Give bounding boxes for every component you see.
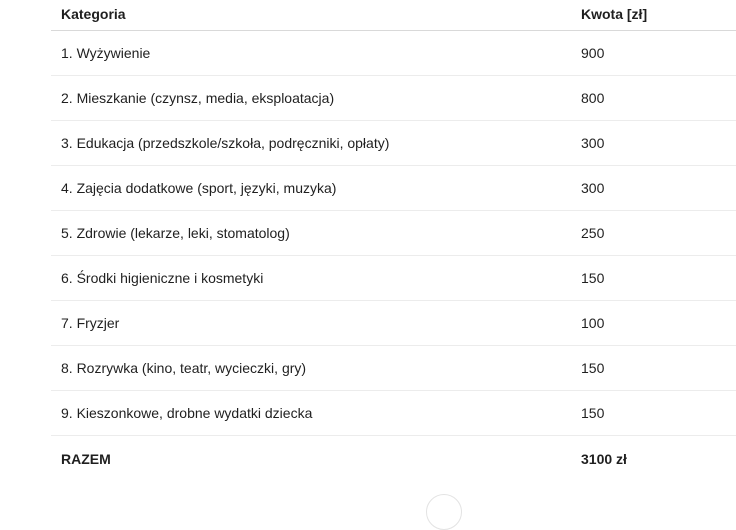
amount-cell: 150 (581, 360, 605, 376)
table-row: 1. Wyżywienie 900 (51, 31, 736, 76)
category-cell: 1. Wyżywienie (61, 45, 151, 61)
total-amount: 3100 zł (581, 450, 627, 467)
category-cell: 8. Rozrywka (kino, teatr, wycieczki, gry… (61, 360, 307, 376)
budget-table: Kategoria Kwota [zł] 1. Wyżywienie 900 2… (51, 0, 736, 481)
category-cell: 6. Środki higieniczne i kosmetyki (61, 270, 264, 286)
category-cell: 3. Edukacja (przedszkole/szkoła, podręcz… (61, 135, 390, 151)
table-row: 8. Rozrywka (kino, teatr, wycieczki, gry… (51, 346, 736, 391)
column-header-category: Kategoria (61, 6, 126, 22)
table-row: 5. Zdrowie (lekarze, leki, stomatolog) 2… (51, 211, 736, 256)
table-row: 9. Kieszonkowe, drobne wydatki dziecka 1… (51, 391, 736, 436)
table-row: 4. Zajęcia dodatkowe (sport, języki, muz… (51, 166, 736, 211)
amount-cell: 150 (581, 405, 605, 421)
table-row: 7. Fryzjer 100 (51, 301, 736, 346)
category-cell: 7. Fryzjer (61, 315, 120, 331)
total-label: RAZEM (61, 450, 111, 467)
category-cell: 5. Zdrowie (lekarze, leki, stomatolog) (61, 225, 290, 241)
category-cell: 4. Zajęcia dodatkowe (sport, języki, muz… (61, 180, 337, 196)
amount-cell: 250 (581, 225, 605, 241)
scroll-down-button[interactable] (426, 494, 462, 530)
table-row: 3. Edukacja (przedszkole/szkoła, podręcz… (51, 121, 736, 166)
amount-cell: 150 (581, 270, 605, 286)
category-cell: 2. Mieszkanie (czynsz, media, eksploatac… (61, 90, 335, 106)
amount-cell: 900 (581, 45, 605, 61)
amount-cell: 800 (581, 90, 605, 106)
table-row: 2. Mieszkanie (czynsz, media, eksploatac… (51, 76, 736, 121)
amount-cell: 100 (581, 315, 605, 331)
amount-cell: 300 (581, 180, 605, 196)
category-cell: 9. Kieszonkowe, drobne wydatki dziecka (61, 405, 313, 421)
table-header-row: Kategoria Kwota [zł] (51, 0, 736, 31)
column-header-amount: Kwota [zł] (581, 6, 648, 22)
table-row: 6. Środki higieniczne i kosmetyki 150 (51, 256, 736, 301)
table-total-row: RAZEM 3100 zł (51, 436, 736, 481)
amount-cell: 300 (581, 135, 605, 151)
